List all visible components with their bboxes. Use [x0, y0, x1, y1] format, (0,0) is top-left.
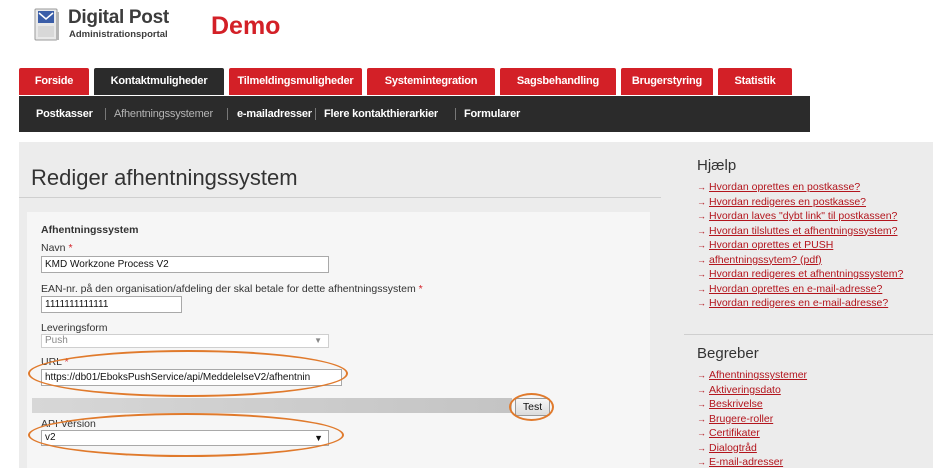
- help-link[interactable]: Hvordan laves "dybt link" til postkassen…: [697, 209, 903, 224]
- page-title: Rediger afhentningssystem: [31, 165, 298, 190]
- help-link[interactable]: Hvordan redigeres en e-mail-adresse?: [697, 296, 903, 311]
- tab-forside[interactable]: Forside: [19, 68, 89, 95]
- term-link[interactable]: Brugere-roller: [697, 412, 807, 427]
- term-link[interactable]: Certifikater: [697, 426, 807, 441]
- logo-title: Digital Post: [68, 7, 169, 28]
- tab-sagsbehandling[interactable]: Sagsbehandling: [500, 68, 616, 95]
- name-input[interactable]: KMD Workzone Process V2: [41, 256, 329, 273]
- term-link[interactable]: Aktiveringsdato: [697, 383, 807, 398]
- chevron-down-icon: ▼: [314, 433, 323, 443]
- help-link[interactable]: Hvordan redigeres et afhentningssystem?: [697, 267, 903, 282]
- help-title: Hjælp: [697, 157, 737, 174]
- page-header: Digital Post Administrationsportal Demo: [0, 0, 933, 68]
- subnav-e-mailadresser[interactable]: e-mailadresser: [237, 96, 312, 132]
- required-marker: *: [68, 242, 73, 254]
- delivery-label: Leveringsform: [41, 322, 108, 334]
- term-link[interactable]: Beskrivelse: [697, 397, 807, 412]
- api-version-select[interactable]: v2 ▼: [41, 430, 329, 446]
- mailbox-icon: [34, 8, 59, 41]
- url-label: URL *: [41, 356, 69, 368]
- help-link[interactable]: Hvordan redigeres en postkasse?: [697, 195, 903, 210]
- subnav-flere-kontakthierarkier[interactable]: Flere kontakthierarkier: [324, 96, 438, 132]
- required-marker: *: [418, 283, 423, 295]
- logo-subtitle: Administrationsportal: [69, 29, 168, 40]
- title-divider: [19, 197, 661, 198]
- help-links: Hvordan oprettes en postkasse? Hvordan r…: [697, 180, 903, 311]
- subnav-separator: [227, 108, 228, 120]
- sub-navigation: Postkasser Afhentningssystemer e-mailadr…: [19, 96, 810, 132]
- form-section-title: Afhentningssystem: [41, 224, 139, 236]
- subnav-postkasser[interactable]: Postkasser: [36, 96, 93, 132]
- term-link[interactable]: E-mail-adresser: [697, 455, 807, 468]
- tab-brugerstyring[interactable]: Brugerstyring: [621, 68, 713, 95]
- name-label: Navn *: [41, 242, 73, 254]
- tab-statistik[interactable]: Statistik: [718, 68, 792, 95]
- subnav-separator: [455, 108, 456, 120]
- terms-links: Afhentningssystemer Aktiveringsdato Besk…: [697, 368, 807, 468]
- help-divider: [684, 334, 933, 335]
- digital-post-logo[interactable]: Digital Post Administrationsportal: [32, 6, 182, 48]
- api-version-label: API Version: [41, 418, 96, 430]
- subnav-separator: [105, 108, 106, 120]
- help-link[interactable]: Hvordan oprettes en e-mail-adresse?: [697, 282, 903, 297]
- tab-tilmeldingsmuligheder[interactable]: Tilmeldingsmuligheder: [229, 68, 362, 95]
- delivery-value: Push: [45, 335, 68, 346]
- test-progress-bar: [32, 398, 512, 413]
- delivery-select[interactable]: Push ▼: [41, 334, 329, 348]
- url-input[interactable]: https://db01/EboksPushService/api/Meddel…: [41, 369, 342, 386]
- tab-systemintegration[interactable]: Systemintegration: [367, 68, 495, 95]
- ean-label: EAN-nr. på den organisation/afdeling der…: [41, 283, 423, 295]
- subnav-separator: [315, 108, 316, 120]
- term-link[interactable]: Afhentningssystemer: [697, 368, 807, 383]
- main-tabs: Forside Kontaktmuligheder Tilmeldingsmul…: [0, 68, 933, 95]
- help-link[interactable]: Hvordan oprettes et PUSH: [697, 238, 903, 253]
- environment-label: Demo: [211, 12, 281, 40]
- test-button[interactable]: Test: [515, 398, 550, 416]
- subnav-afhentningssystemer[interactable]: Afhentningssystemer: [114, 96, 213, 132]
- help-link[interactable]: Hvordan oprettes en postkasse?: [697, 180, 903, 195]
- tab-kontaktmuligheder[interactable]: Kontaktmuligheder: [94, 68, 224, 95]
- api-version-value: v2: [45, 432, 56, 443]
- ean-input[interactable]: 1111111111111: [41, 296, 182, 313]
- term-link[interactable]: Dialogtråd: [697, 441, 807, 456]
- required-marker: *: [64, 356, 69, 368]
- subnav-formularer[interactable]: Formularer: [464, 96, 520, 132]
- chevron-down-icon: ▼: [314, 336, 322, 345]
- help-link[interactable]: Hvordan tilsluttes et afhentningssystem?: [697, 224, 903, 239]
- terms-title: Begreber: [697, 345, 759, 362]
- help-link-continued[interactable]: afhentningssytem? (pdf): [697, 253, 903, 268]
